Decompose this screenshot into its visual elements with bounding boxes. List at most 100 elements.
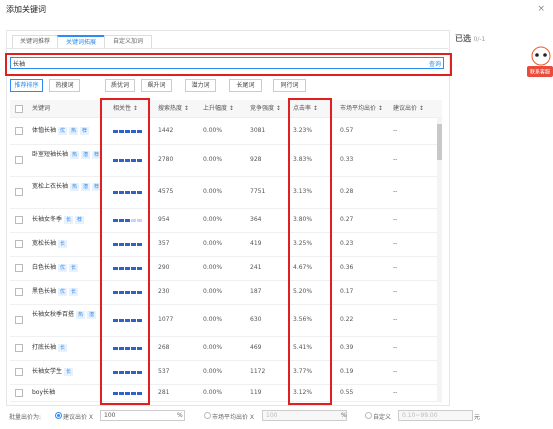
row-checkbox[interactable]: [15, 156, 23, 164]
avg-bid-cell: 0.22: [340, 316, 354, 323]
row-checkbox[interactable]: [15, 388, 23, 397]
search-heat-cell: 954: [158, 216, 170, 223]
row-checkbox[interactable]: [15, 368, 23, 376]
percent-unit: %: [177, 412, 183, 419]
rise-cell: 0.00%: [203, 126, 223, 134]
bid-suggest-label: 建议出价 X: [63, 414, 94, 421]
search-input[interactable]: [13, 58, 413, 68]
percent-unit-2: %: [341, 412, 347, 419]
row-checkbox[interactable]: [15, 288, 23, 296]
suggest-bid-cell: --: [393, 216, 398, 223]
row-checkbox[interactable]: [15, 316, 23, 324]
suggest-bid-cell: --: [393, 368, 398, 375]
search-heat-cell: 4575: [158, 188, 174, 195]
bid-market-label: 市场平均出价 X: [212, 414, 255, 421]
search-heat-cell: 1442: [158, 126, 174, 134]
tab-expand[interactable]: 关键词拓展: [57, 35, 105, 48]
bid-custom-radio[interactable]: [365, 412, 372, 419]
tab-custom[interactable]: 自定义加词: [104, 35, 152, 48]
col-rise[interactable]: 上升幅度 ↕: [203, 100, 234, 117]
table-row: 长袖女冬季长荐 954 0.00% 364 3.80% 0.27 --: [10, 208, 442, 233]
customer-service-mascot[interactable]: 联系客服: [527, 44, 553, 84]
bid-market-radio[interactable]: [204, 412, 211, 419]
rise-cell: 0.00%: [203, 188, 223, 195]
keyword-text: 打底长袖: [32, 344, 57, 351]
filter-quality[interactable]: 质优词: [105, 79, 135, 92]
keyword-tag: 热: [70, 183, 80, 191]
row-checkbox[interactable]: [15, 264, 23, 272]
scrollbar-thumb[interactable]: [437, 124, 442, 160]
competition-cell: 469: [250, 344, 262, 351]
bid-suggest-input[interactable]: 100: [100, 410, 185, 421]
mascot-text: 联系客服: [530, 69, 550, 76]
avg-bid-cell: 0.39: [340, 344, 354, 351]
row-checkbox[interactable]: [15, 126, 23, 135]
filter-hot[interactable]: 热搜词: [49, 79, 80, 92]
search-heat-cell: 1077: [158, 316, 174, 323]
keyword-table: 关键词 相关性 ↕ 搜索热度 ↕ 上升幅度 ↕ 竞争强度 ↕ 点击率 ↕ 市场平…: [10, 98, 442, 405]
avg-bid-cell: 0.55: [340, 388, 354, 396]
keyword-text: 白色长袖: [32, 264, 57, 271]
filter-longtail[interactable]: 长尾词: [229, 79, 262, 92]
filter-peer[interactable]: 同行词: [273, 79, 306, 92]
row-checkbox[interactable]: [15, 188, 23, 196]
search-heat-cell: 268: [158, 344, 170, 351]
avg-bid-cell: 0.27: [340, 216, 354, 223]
col-avg-bid[interactable]: 市场平均出价 ↕: [340, 100, 383, 117]
col-suggest-bid[interactable]: 建议出价 ↕: [393, 100, 424, 117]
keyword-tag: 长: [64, 368, 74, 376]
rise-cell: 0.00%: [203, 264, 223, 271]
avg-bid-cell: 0.28: [340, 188, 354, 195]
bid-custom-input[interactable]: 0.10~99.00: [398, 410, 473, 421]
keyword-tag: 热: [76, 311, 86, 319]
table-row: 白色长袖优长 290 0.00% 241 4.67% 0.36 --: [10, 256, 442, 281]
col-keyword[interactable]: 关键词: [32, 100, 50, 117]
row-checkbox[interactable]: [15, 344, 23, 352]
keyword-cell: 黑色长袖优长: [32, 287, 104, 297]
tab-recommend[interactable]: 关键词推荐: [12, 35, 58, 48]
suggest-bid-cell: --: [393, 126, 398, 134]
keyword-tag: 荐: [75, 216, 85, 224]
keyword-tag: 长: [69, 288, 79, 296]
close-icon[interactable]: ×: [537, 4, 545, 14]
table-row: 体恤长袖优热荐 1442 0.00% 3081 3.23% 0.57 --: [10, 117, 442, 145]
col-competition[interactable]: 竞争强度 ↕: [250, 100, 281, 117]
keyword-tag: 荐: [80, 126, 90, 135]
rise-cell: 0.00%: [203, 316, 223, 323]
rise-cell: 0.00%: [203, 344, 223, 351]
row-checkbox[interactable]: [15, 216, 23, 224]
keyword-text: boy长袖: [32, 388, 56, 396]
select-all-checkbox[interactable]: [15, 105, 23, 113]
table-row: 长袖女学生长 537 0.00% 1172 3.77% 0.19 --: [10, 360, 442, 385]
suggest-bid-cell: --: [393, 240, 398, 247]
keyword-tag: 潜: [87, 311, 97, 319]
avg-bid-cell: 0.19: [340, 368, 354, 375]
col-search-heat[interactable]: 搜索热度 ↕: [158, 100, 189, 117]
suggest-bid-cell: --: [393, 388, 398, 396]
keyword-tag: 优: [58, 288, 68, 296]
filter-rising[interactable]: 飙升词: [141, 79, 172, 92]
keyword-cell: 打底长袖长: [32, 343, 104, 353]
filter-potential[interactable]: 潜力词: [185, 79, 216, 92]
table-row: 长袖女秋季百搭热潜 1077 0.00% 630 3.56% 0.22 --: [10, 304, 442, 337]
batch-bid-label: 批量出价为:: [9, 414, 42, 421]
suggest-bid-cell: --: [393, 156, 398, 163]
table-row: 宽松长袖长 357 0.00% 419 3.25% 0.23 --: [10, 232, 442, 257]
search-heat-cell: 2780: [158, 156, 174, 163]
rise-cell: 0.00%: [203, 388, 223, 396]
suggest-bid-cell: --: [393, 316, 398, 323]
keyword-cell: 宽松上衣长袖热潜荐: [32, 182, 104, 192]
competition-cell: 7751: [250, 188, 266, 195]
suggest-bid-cell: --: [393, 264, 398, 271]
rise-cell: 0.00%: [203, 288, 223, 295]
ctr-highlight: [288, 98, 332, 405]
bid-suggest-radio[interactable]: [55, 412, 62, 419]
keyword-text: 卧室短袖长袖: [32, 151, 69, 158]
keyword-cell: boy长袖: [32, 388, 104, 398]
bid-market-input[interactable]: 100: [262, 410, 347, 421]
table-row: 黑色长袖优长 230 0.00% 187 5.20% 0.17 --: [10, 280, 442, 305]
search-button[interactable]: 查询: [429, 59, 441, 68]
filter-recommend[interactable]: 推荐排序: [10, 79, 43, 92]
row-checkbox[interactable]: [15, 240, 23, 248]
search-heat-cell: 357: [158, 240, 170, 247]
